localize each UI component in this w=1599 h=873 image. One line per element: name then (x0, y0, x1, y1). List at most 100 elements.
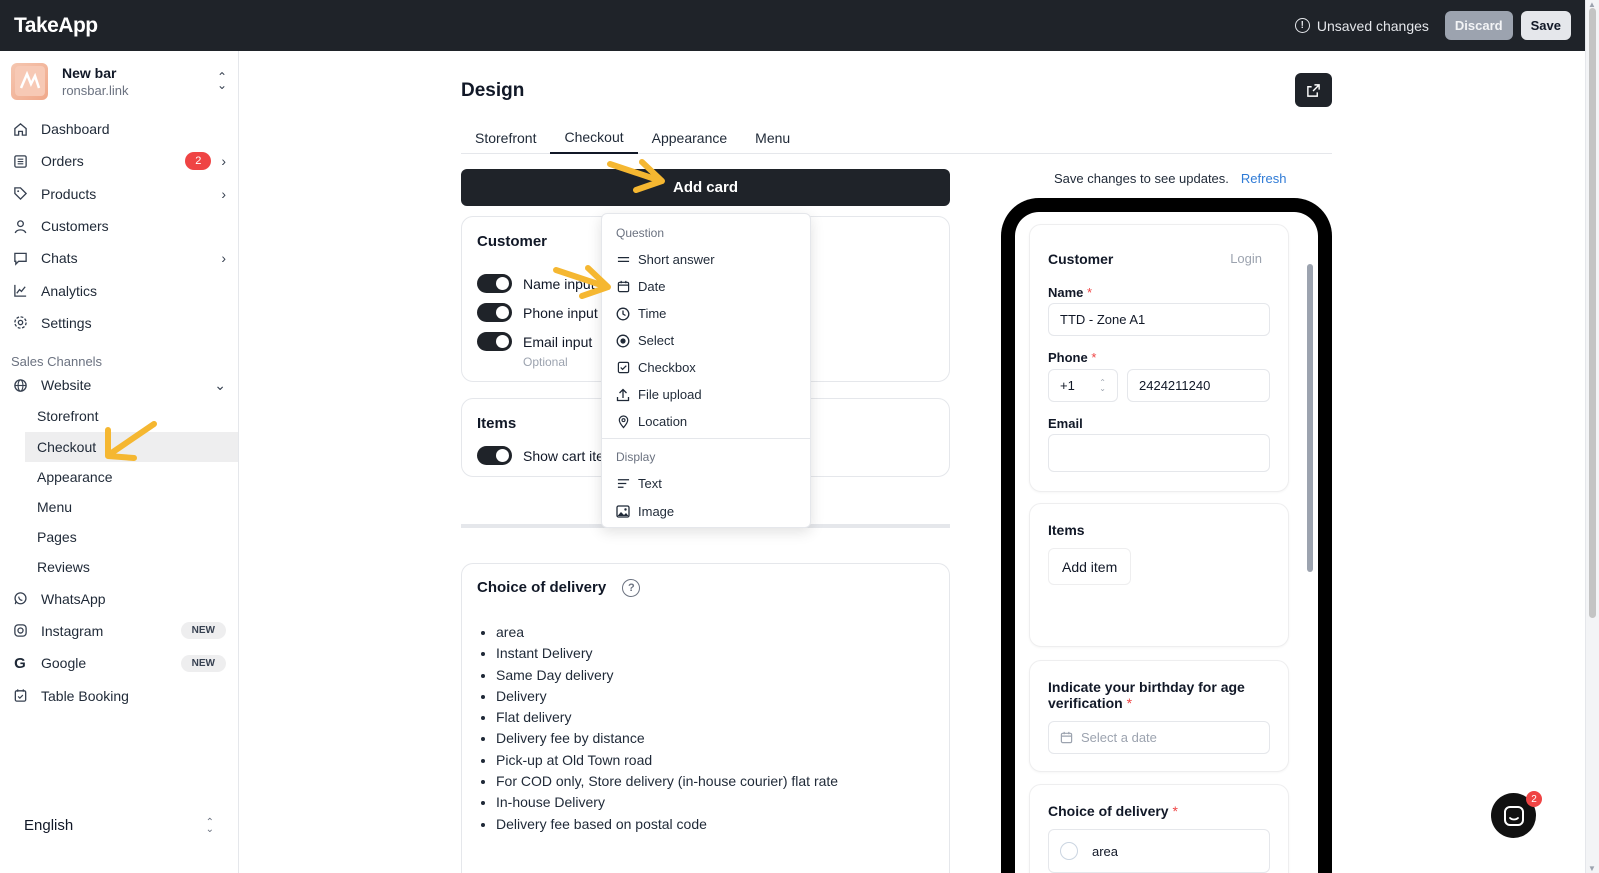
sub-nav-pages[interactable]: Pages (0, 522, 238, 552)
calendar-check-icon (12, 688, 28, 704)
required-mark: * (1126, 695, 1133, 711)
preview-date-input[interactable]: Select a date (1048, 721, 1270, 754)
nav-google[interactable]: G Google NEW (0, 647, 238, 679)
menu-item-file-upload[interactable]: File upload (616, 387, 702, 402)
main-nav: Dashboard Orders 2 › Products › Customer… (0, 111, 238, 339)
preview-phone-input[interactable]: 2424211240 (1127, 369, 1270, 402)
required-mark: * (1091, 350, 1097, 365)
name-input-toggle[interactable] (477, 274, 512, 293)
map-pin-icon (616, 414, 630, 429)
menu-item-select[interactable]: Select (616, 333, 674, 348)
phone-preview-frame: Customer Login Name * TTD - Zone A1 Phon… (1001, 198, 1332, 873)
help-icon[interactable]: ? (622, 579, 641, 598)
menu-item-checkbox[interactable]: Checkbox (616, 360, 696, 375)
preview-email-input[interactable] (1048, 434, 1270, 472)
chevron-up-down-icon[interactable]: ⌃ ⌄ (217, 71, 227, 91)
nav-table-booking[interactable]: Table Booking (0, 679, 238, 711)
menu-item-time[interactable]: Time (616, 306, 666, 321)
nav-label: Table Booking (41, 687, 129, 704)
chevron-up-down-icon[interactable]: ⌃ ⌄ (206, 817, 214, 834)
preview-name-label: Name * (1048, 285, 1092, 300)
store-name: New bar (62, 64, 117, 81)
chat-unread-badge: 2 (1526, 791, 1542, 807)
phone-input-toggle[interactable] (477, 303, 512, 322)
preview-add-item-button[interactable]: Add item (1048, 548, 1132, 585)
gear-icon (12, 315, 28, 331)
field-label: Name (1048, 285, 1084, 300)
add-card-button[interactable]: Add card (461, 169, 950, 206)
preview-delivery-title: Choice of delivery (1048, 803, 1169, 819)
tab-checkout[interactable]: Checkout (550, 121, 638, 154)
chevron-right-icon[interactable]: › (221, 153, 226, 169)
nav-instagram[interactable]: Instagram NEW (0, 615, 238, 647)
tab-storefront[interactable]: Storefront (461, 121, 550, 154)
language-select[interactable]: English ⌃ ⌄ (24, 817, 214, 834)
app-logo[interactable]: TakeApp (14, 14, 98, 38)
preview-customer-title: Customer (1048, 251, 1114, 267)
preview-delivery-option[interactable]: area (1048, 829, 1270, 873)
radio-button[interactable] (1060, 842, 1078, 860)
add-card-dropdown: Question Short answer Date Time Select C… (601, 213, 811, 528)
menu-item-short-answer[interactable]: Short answer (616, 252, 715, 267)
show-cart-items-toggle[interactable] (477, 446, 512, 465)
delivery-option-label: area (1092, 843, 1119, 859)
chat-bubble-icon (1503, 805, 1524, 826)
calendar-icon (616, 280, 630, 294)
list-item: Pick-up at Old Town road (496, 750, 838, 771)
menu-item-label: Checkbox (638, 360, 696, 375)
tab-appearance[interactable]: Appearance (638, 121, 742, 154)
chevron-right-icon[interactable]: › (221, 250, 226, 266)
save-button[interactable]: Save (1520, 11, 1571, 40)
menu-item-label: Date (638, 279, 666, 294)
chat-launcher-button[interactable]: 2 (1491, 791, 1542, 838)
chevron-down-icon[interactable]: ⌄ (214, 377, 226, 394)
preview-country-code-select[interactable]: +1 ⌃ ⌄ (1048, 369, 1118, 402)
phone-preview-screen[interactable]: Customer Login Name * TTD - Zone A1 Phon… (1015, 212, 1318, 873)
delivery-card-title-row: Choice of delivery ? (477, 579, 641, 598)
nav-settings[interactable]: Settings (0, 307, 238, 339)
nav-products[interactable]: Products › (0, 178, 238, 210)
menu-item-location[interactable]: Location (616, 414, 687, 429)
phone-input-toggle-row: Phone input (477, 303, 598, 322)
sub-nav-menu[interactable]: Menu (0, 492, 238, 522)
question-section-label: Question (616, 226, 665, 240)
email-input-toggle[interactable] (477, 332, 512, 351)
preview-name-input[interactable]: TTD - Zone A1 (1048, 303, 1270, 336)
nav-chats[interactable]: Chats › (0, 242, 238, 274)
new-badge: NEW (180, 654, 226, 672)
home-icon (12, 121, 28, 137)
menu-item-label: Select (638, 333, 675, 348)
open-external-button[interactable] (1295, 73, 1332, 107)
discard-button[interactable]: Discard (1444, 11, 1513, 40)
store-switcher[interactable]: New bar ronsbar.link ⌃ ⌄ (0, 51, 238, 111)
page-title: Design (461, 80, 525, 101)
preview-birthday-title: Indicate your birthday for age verificat… (1048, 679, 1245, 711)
page-scrollbar[interactable]: ▲ ▼ (1585, 0, 1599, 873)
preview-delivery-card: Choice of delivery * area (1029, 784, 1289, 873)
nav-label: Google (41, 655, 87, 672)
nav-orders[interactable]: Orders 2 › (0, 145, 238, 177)
nav-whatsapp[interactable]: WhatsApp (0, 583, 238, 615)
sub-nav-reviews[interactable]: Reviews (0, 552, 238, 582)
menu-item-date[interactable]: Date (616, 279, 665, 294)
nav-dashboard[interactable]: Dashboard (0, 113, 238, 145)
nav-analytics[interactable]: Analytics (0, 274, 238, 306)
tab-menu[interactable]: Menu (741, 121, 804, 154)
chevron-right-icon[interactable]: › (221, 186, 226, 202)
calendar-icon (1060, 731, 1073, 744)
refresh-link[interactable]: Refresh (1241, 171, 1287, 186)
nav-customers[interactable]: Customers (0, 210, 238, 242)
nav-website[interactable]: Website ⌄ (0, 369, 238, 401)
menu-item-text[interactable]: Text (616, 476, 662, 491)
scroll-down-icon[interactable]: ▼ (1588, 864, 1596, 873)
page-scrollbar-thumb[interactable] (1589, 8, 1596, 618)
list-item: area (496, 622, 838, 643)
menu-item-image[interactable]: Image (616, 504, 674, 519)
menu-item-label: Short answer (638, 252, 715, 267)
sub-nav-appearance[interactable]: Appearance (0, 462, 238, 492)
delivery-card[interactable]: Choice of delivery ? area Instant Delive… (461, 563, 950, 873)
menu-item-label: File upload (638, 387, 702, 402)
preview-login-link[interactable]: Login (1230, 251, 1262, 266)
preview-scrollbar-thumb[interactable] (1307, 264, 1313, 572)
nav-label: Instagram (41, 622, 104, 639)
